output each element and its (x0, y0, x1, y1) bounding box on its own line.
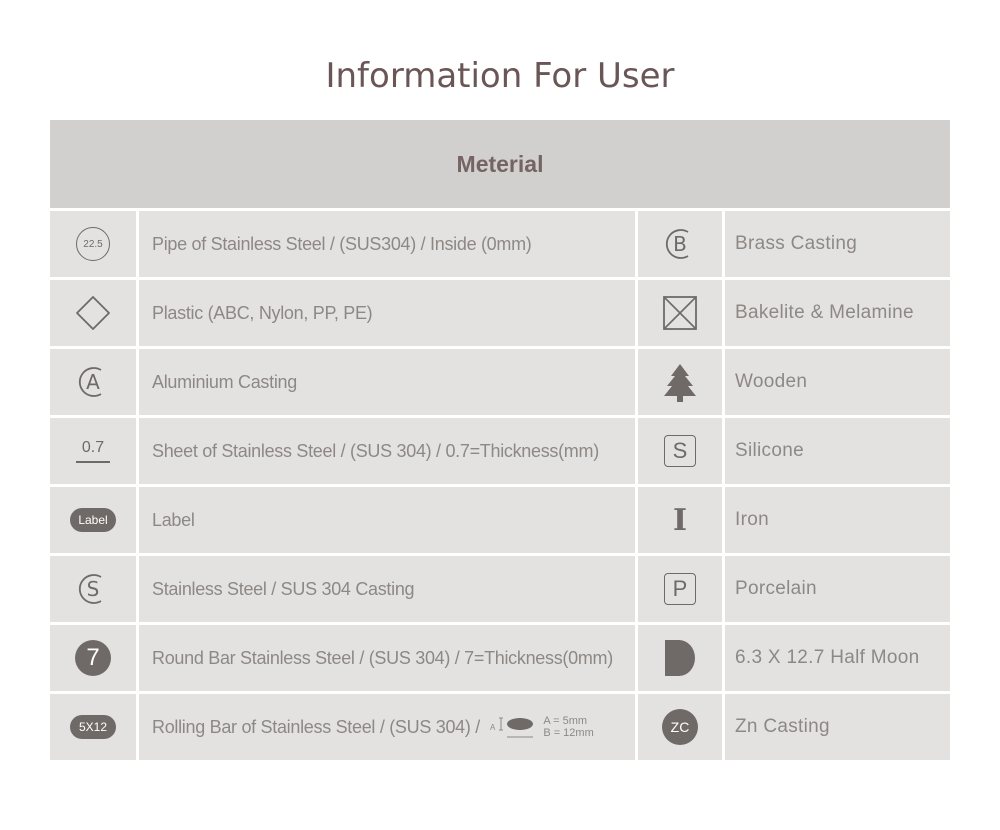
dimension-a-mark: A (489, 722, 496, 732)
sheet-underline (76, 461, 110, 463)
icon-cell: 5X12 (50, 694, 136, 760)
icon-cell (638, 280, 722, 346)
icon-cell (638, 625, 722, 691)
diamond-icon (76, 296, 110, 330)
table-row: 0.7 Sheet of Stainless Steel / (SUS 304)… (50, 415, 950, 484)
table-header: Meterial (50, 120, 950, 208)
material-label: Bakelite & Melamine (735, 302, 914, 323)
boxed-p-icon: P (664, 573, 696, 605)
spec-a: A = 5mm (543, 715, 588, 727)
rolling-bar-specs: A = 5mm B = 12mm (543, 715, 593, 739)
material-table: Meterial 22.5 Pipe of Stainless Steel / … (50, 120, 950, 760)
icon-cell: 22.5 (50, 211, 136, 277)
text-cell: Zn Casting (725, 694, 950, 760)
icon-cell: 0.7 (50, 418, 136, 484)
text-cell: Porcelain (725, 556, 950, 622)
material-label: Silicone (735, 440, 804, 461)
svg-text:A: A (86, 370, 100, 394)
text-cell: Aluminium Casting (139, 349, 635, 415)
text-cell: Plastic (ABC, Nylon, PP, PE) (139, 280, 635, 346)
ellipse-cross-section-icon (499, 717, 534, 738)
table-row: A Aluminium Casting Wooden (50, 346, 950, 415)
material-label: Pipe of Stainless Steel / (SUS304) / Ins… (152, 233, 532, 254)
text-cell: Pipe of Stainless Steel / (SUS304) / Ins… (139, 211, 635, 277)
text-cell: Iron (725, 487, 950, 553)
boxed-x-icon (663, 296, 697, 330)
material-label: Wooden (735, 371, 808, 392)
svg-text:B: B (673, 232, 687, 256)
material-label: Label (152, 509, 195, 530)
label-pill-icon: Label (70, 508, 116, 532)
pipe-size-icon: 22.5 (76, 227, 110, 261)
table-row: 7 Round Bar Stainless Steel / (SUS 304) … (50, 622, 950, 691)
material-label: Aluminium Casting (152, 371, 297, 392)
icon-cell: 7 (50, 625, 136, 691)
material-label: Brass Casting (735, 233, 858, 254)
icon-cell: S (638, 418, 722, 484)
icon-cell: ZC (638, 694, 722, 760)
material-label: Stainless Steel / SUS 304 Casting (152, 578, 415, 599)
text-cell: Brass Casting (725, 211, 950, 277)
circle-b-icon: B (665, 229, 689, 259)
rolling-bar-diagram: A A = 5mm B = 12mm (490, 712, 594, 742)
iron-icon: I (672, 502, 688, 538)
material-label: Plastic (ABC, Nylon, PP, PE) (152, 302, 373, 323)
text-cell: Sheet of Stainless Steel / (SUS 304) / 0… (139, 418, 635, 484)
svg-text:S: S (87, 577, 100, 601)
boxed-s-icon: S (664, 435, 696, 467)
icon-cell (50, 280, 136, 346)
text-cell: Label (139, 487, 635, 553)
circle-a-icon: A (78, 367, 102, 397)
text-cell: Rolling Bar of Stainless Steel / (SUS 30… (139, 694, 635, 760)
icon-cell: P (638, 556, 722, 622)
text-cell: Stainless Steel / SUS 304 Casting (139, 556, 635, 622)
material-label: Zn Casting (735, 716, 830, 737)
table-row: Plastic (ABC, Nylon, PP, PE) Bakelite & … (50, 277, 950, 346)
icon-cell: B (638, 211, 722, 277)
icon-cell: I (638, 487, 722, 553)
tree-icon (664, 364, 696, 402)
text-cell: 6.3 X 12.7 Half Moon (725, 625, 950, 691)
table-row: 22.5 Pipe of Stainless Steel / (SUS304) … (50, 208, 950, 277)
spec-b: B = 12mm (543, 727, 594, 739)
material-label: Iron (735, 509, 769, 530)
table-row: Label Label I Iron (50, 484, 950, 553)
zinc-casting-icon: ZC (662, 709, 698, 745)
table-row: S Stainless Steel / SUS 304 Casting P Po… (50, 553, 950, 622)
sheet-thickness-icon: 0.7 (76, 439, 110, 463)
circle-s-icon: S (78, 574, 102, 604)
material-label: Round Bar Stainless Steel / (SUS 304) / … (152, 647, 613, 668)
page-title: Information For User (325, 56, 675, 96)
text-cell: Bakelite & Melamine (725, 280, 950, 346)
round-bar-icon: 7 (75, 640, 111, 676)
icon-cell: S (50, 556, 136, 622)
icon-cell (638, 349, 722, 415)
text-cell: Silicone (725, 418, 950, 484)
sheet-thickness-value: 0.7 (81, 439, 105, 456)
icon-cell: A (50, 349, 136, 415)
material-label: Sheet of Stainless Steel / (SUS 304) / 0… (152, 440, 599, 461)
half-moon-icon (665, 640, 695, 676)
text-cell: Wooden (725, 349, 950, 415)
icon-cell: Label (50, 487, 136, 553)
rolling-bar-icon: 5X12 (70, 715, 116, 739)
material-label: Porcelain (735, 578, 817, 599)
text-cell: Round Bar Stainless Steel / (SUS 304) / … (139, 625, 635, 691)
table-row: 5X12 Rolling Bar of Stainless Steel / (S… (50, 691, 950, 760)
material-label: 6.3 X 12.7 Half Moon (735, 647, 920, 668)
material-label: Rolling Bar of Stainless Steel / (SUS 30… (152, 716, 480, 737)
